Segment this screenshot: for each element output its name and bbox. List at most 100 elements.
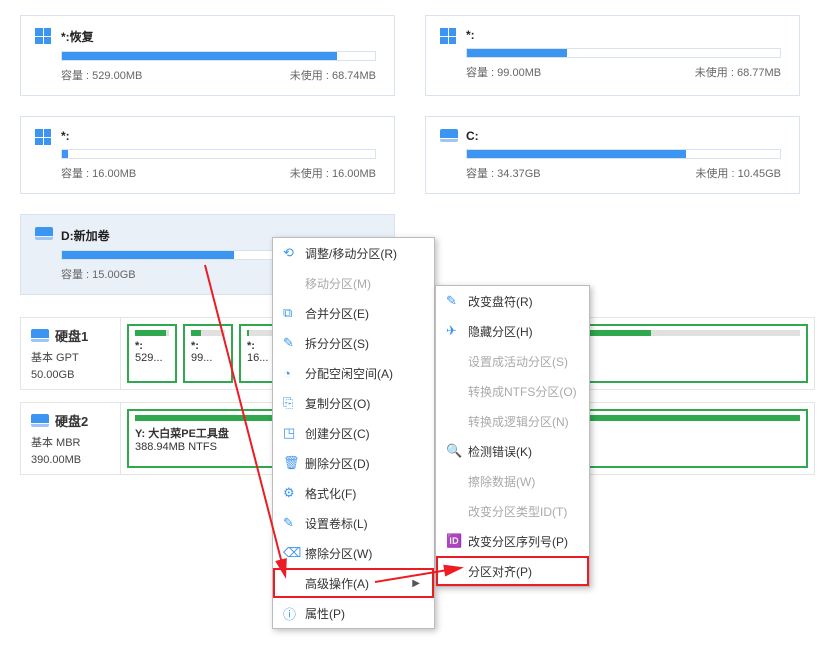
menu-item: 移动分区(M) (273, 268, 434, 298)
partition-tile[interactable]: *: 容量 : 99.00MB 未使用 : 68.77MB (425, 15, 800, 96)
menu-item[interactable]: ✎设置卷标(L) (273, 508, 434, 538)
windows-icon (35, 129, 51, 145)
usage-bar (61, 51, 376, 61)
disk-icon (31, 414, 49, 428)
capacity-label: 容量 : 529.00MB (61, 67, 142, 83)
partition-tile[interactable]: *:恢复容量 : 529.00MB 未使用 : 68.74MB (20, 15, 395, 96)
disk-header: 硬盘1基本 GPT50.00GB (21, 318, 121, 389)
usage-bar (466, 48, 781, 58)
menu-item[interactable]: ✎改变盘符(R) (436, 286, 589, 316)
menu-icon: ✎ (283, 515, 305, 531)
menu-item[interactable]: ⟲调整/移动分区(R) (273, 238, 434, 268)
menu-label: 检测错误(K) (468, 443, 575, 460)
menu-item[interactable]: ⎘复制分区(O) (273, 388, 434, 418)
menu-label: 擦除分区(W) (305, 545, 420, 562)
menu-icon: ◳ (283, 425, 305, 441)
usage-bar (466, 149, 781, 159)
capacity-label: 容量 : 34.37GB (466, 165, 541, 181)
menu-label: 改变盘符(R) (468, 293, 575, 310)
menu-label: 分区对齐(P) (468, 563, 575, 580)
menu-label: 删除分区(D) (305, 455, 420, 472)
menu-icon: 🔍 (446, 443, 468, 459)
partition-title: C: (466, 129, 781, 143)
menu-item: 设置成活动分区(S) (436, 346, 589, 376)
menu-label: 移动分区(M) (305, 275, 420, 292)
menu-item: 擦除数据(W) (436, 466, 589, 496)
menu-label: 设置卷标(L) (305, 515, 420, 532)
menu-icon: ⌫ (283, 545, 305, 561)
menu-label: 创建分区(C) (305, 425, 420, 442)
menu-label: 改变分区序列号(P) (468, 533, 575, 550)
partition-tile[interactable]: *:容量 : 16.00MB未使用 : 16.00MB (20, 116, 395, 194)
menu-item[interactable]: 分区对齐(P) (436, 556, 589, 586)
menu-label: 拆分分区(S) (305, 335, 420, 352)
disk-icon (440, 129, 458, 143)
partition-label: *: (135, 340, 169, 352)
menu-item[interactable]: 🗑删除分区(D) (273, 448, 434, 478)
menu-label: 转换成NTFS分区(O) (468, 383, 577, 400)
menu-item: 转换成逻辑分区(N) (436, 406, 589, 436)
free-label: 未使用 : 10.45GB (695, 165, 781, 181)
partition-title: *: (466, 28, 781, 42)
menu-label: 擦除数据(W) (468, 473, 575, 490)
menu-label: 复制分区(O) (305, 395, 420, 412)
menu-item[interactable]: ⌫擦除分区(W) (273, 538, 434, 568)
menu-icon: ✎ (446, 293, 468, 309)
menu-label: 高级操作(A) (305, 575, 402, 592)
menu-icon: ⚙ (283, 485, 305, 501)
disk-size: 390.00MB (31, 454, 110, 466)
menu-label: 分配空闲空间(A) (305, 365, 420, 382)
menu-item[interactable]: 🆔改变分区序列号(P) (436, 526, 589, 556)
capacity-label: 容量 : 99.00MB (466, 64, 541, 80)
partition-sub: 529... (135, 352, 169, 364)
menu-label: 调整/移动分区(R) (305, 245, 420, 262)
menu-label: 隐藏分区(H) (468, 323, 575, 340)
menu-icon: ⓘ (283, 604, 305, 623)
partition-label: *: (191, 340, 225, 352)
usage-bar (61, 149, 376, 159)
menu-icon: ⎘ (283, 395, 305, 411)
disk-icon (35, 227, 53, 241)
capacity-label: 容量 : 15.00GB (61, 266, 136, 282)
partition-title: *: (61, 129, 376, 143)
partition-title: *:恢复 (61, 28, 376, 45)
windows-icon (35, 28, 51, 44)
menu-item: 转换成NTFS分区(O) (436, 376, 589, 406)
menu-item[interactable]: ⓘ属性(P) (273, 598, 434, 628)
menu-item[interactable]: ⚙格式化(F) (273, 478, 434, 508)
free-label: 未使用 : 68.77MB (695, 64, 781, 80)
disk-type: 基本 GPT (31, 349, 110, 365)
windows-icon (440, 28, 456, 44)
menu-label: 格式化(F) (305, 485, 420, 502)
chevron-right-icon: ▶ (412, 578, 420, 589)
partition-cell[interactable]: *:529... (127, 324, 177, 383)
menu-label: 设置成活动分区(S) (468, 353, 575, 370)
disk-size: 50.00GB (31, 369, 110, 381)
partition-sub: 99... (191, 352, 225, 364)
menu-item[interactable]: ◔分配空闲空间(A) (273, 358, 434, 388)
menu-item[interactable]: ◳创建分区(C) (273, 418, 434, 448)
menu-label: 属性(P) (305, 605, 420, 622)
menu-item[interactable]: ✎拆分分区(S) (273, 328, 434, 358)
free-label: 未使用 : 16.00MB (290, 165, 376, 181)
menu-label: 合并分区(E) (305, 305, 420, 322)
disk-name: 硬盘2 (55, 411, 88, 430)
menu-icon: ✈ (446, 323, 468, 339)
menu-icon: ⟲ (283, 245, 305, 261)
disk-type: 基本 MBR (31, 434, 110, 450)
menu-item[interactable]: 高级操作(A) ▶ (273, 568, 434, 598)
partition-cell[interactable]: *:99... (183, 324, 233, 383)
menu-label: 改变分区类型ID(T) (468, 503, 575, 520)
partition-tile[interactable]: C: 容量 : 34.37GB 未使用 : 10.45GB (425, 116, 800, 194)
menu-item[interactable]: 🔍检测错误(K) (436, 436, 589, 466)
free-label: 未使用 : 68.74MB (290, 67, 376, 83)
menu-item[interactable]: ⧉合并分区(E) (273, 298, 434, 328)
disk-header: 硬盘2 基本 MBR 390.00MB (21, 403, 121, 474)
menu-item: 改变分区类型ID(T) (436, 496, 589, 526)
menu-icon: 🗑 (283, 455, 305, 471)
menu-icon: ⧉ (283, 305, 305, 321)
menu-icon: 🆔 (446, 533, 468, 549)
menu-item[interactable]: ✈隐藏分区(H) (436, 316, 589, 346)
menu-icon: ✎ (283, 335, 305, 351)
disk-icon (31, 329, 49, 343)
